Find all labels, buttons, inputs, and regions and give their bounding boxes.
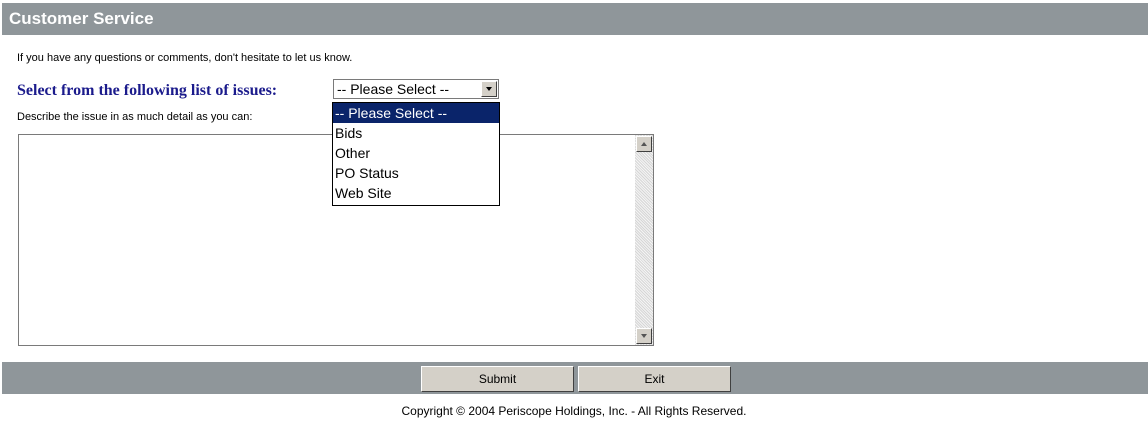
scroll-down-arrow-icon[interactable] <box>636 328 652 344</box>
issue-select-value: -- Please Select -- <box>337 81 450 97</box>
scroll-up-arrow-icon[interactable] <box>636 136 652 152</box>
textarea-scrollbar[interactable] <box>635 135 653 345</box>
issue-dropdown-list: -- Please Select -- Bids Other PO Status… <box>332 102 500 206</box>
issue-select[interactable]: -- Please Select -- <box>333 79 499 99</box>
issue-option-other[interactable]: Other <box>333 143 499 163</box>
issue-option-bids[interactable]: Bids <box>333 123 499 143</box>
issue-option-please-select[interactable]: -- Please Select -- <box>333 103 499 123</box>
page-title: Customer Service <box>9 9 154 28</box>
copyright-text: Copyright © 2004 Periscope Holdings, Inc… <box>401 404 747 418</box>
button-bar <box>2 362 1148 394</box>
issue-option-po-status[interactable]: PO Status <box>333 163 499 183</box>
describe-label: Describe the issue in as much detail as … <box>17 111 253 123</box>
exit-button[interactable]: Exit <box>578 366 731 392</box>
chevron-down-icon[interactable] <box>481 81 497 97</box>
page-header: Customer Service <box>2 3 1148 35</box>
submit-button[interactable]: Submit <box>421 366 574 392</box>
intro-text: If you have any questions or comments, d… <box>17 52 353 64</box>
issue-option-web-site[interactable]: Web Site <box>333 183 499 203</box>
issue-select-label: Select from the following list of issues… <box>17 82 278 99</box>
